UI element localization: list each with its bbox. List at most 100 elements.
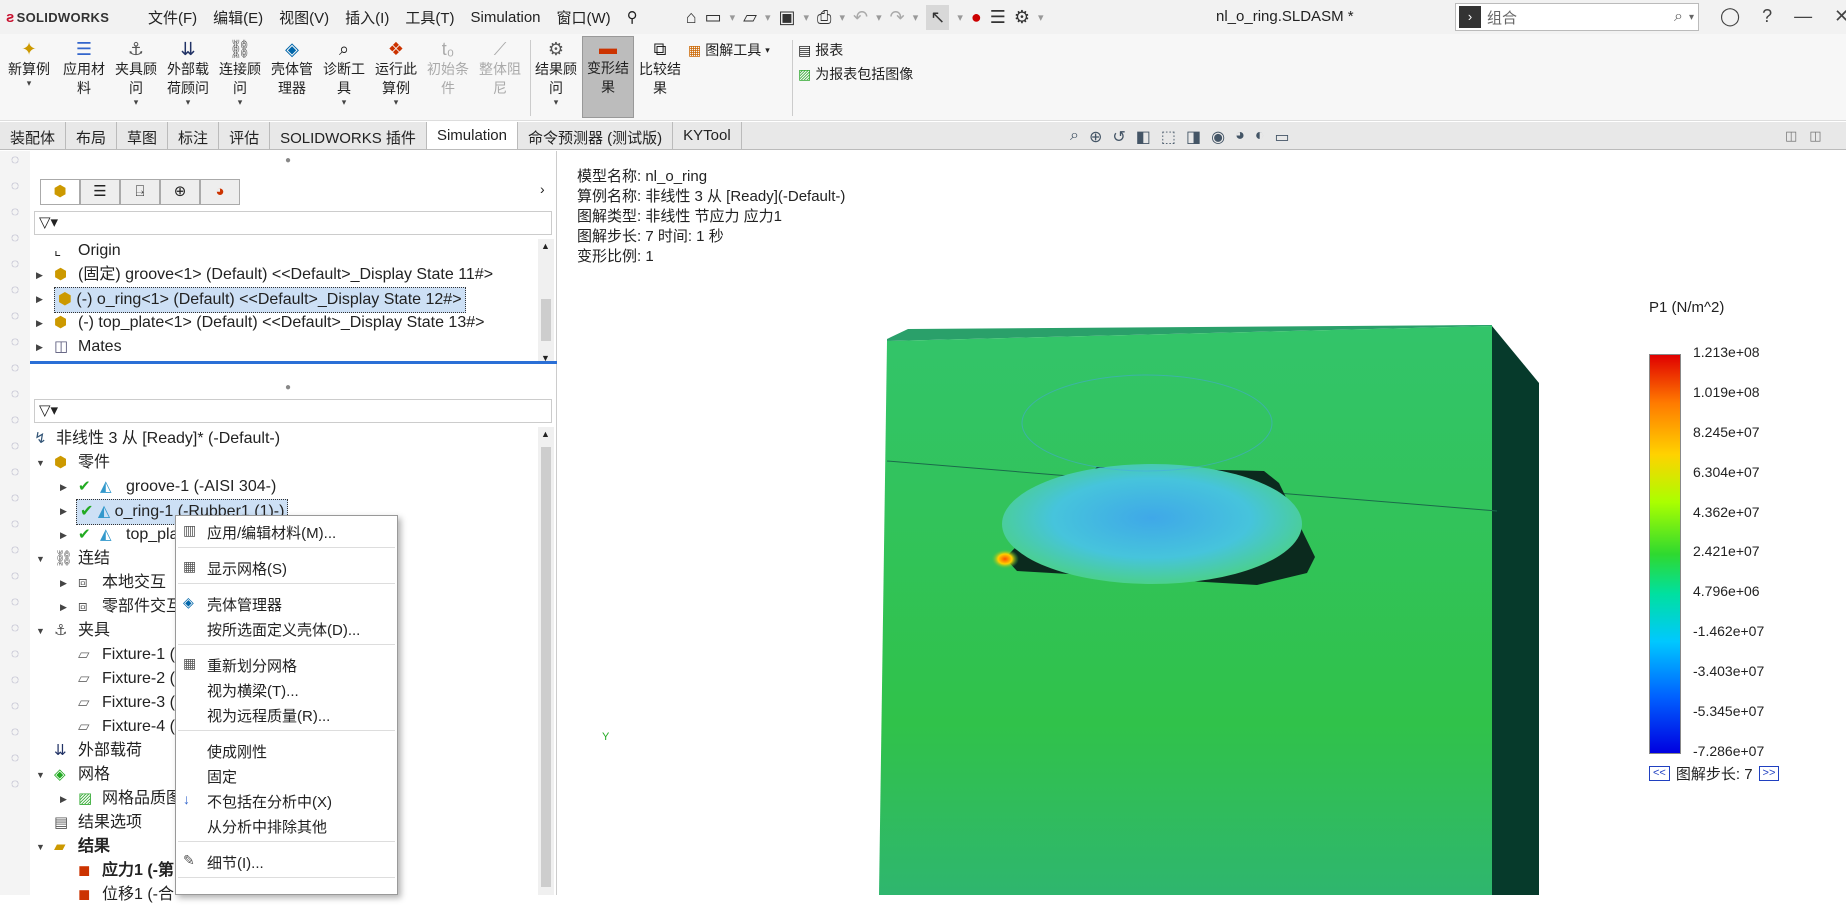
property-manager-tab-icon[interactable]: ☰ xyxy=(80,179,120,205)
panel-expand-chevron-icon[interactable]: › xyxy=(540,181,545,197)
strip-icon-13[interactable]: ◌ xyxy=(0,463,30,489)
minimize-icon[interactable]: — xyxy=(1794,6,1812,27)
strip-icon-14[interactable]: ◌ xyxy=(0,489,30,515)
strip-icon-10[interactable]: ◌ xyxy=(0,385,30,411)
connections-advisor-button[interactable]: ⛓ 连接顾问 ▾ xyxy=(214,38,266,107)
tree-item-groove[interactable]: ▶ ⬢ (固定) groove<1> (Default) <<Default>_Di… xyxy=(30,263,540,287)
panel-right-icon[interactable]: ◫ xyxy=(1809,128,1821,144)
previous-step-button[interactable]: << xyxy=(1649,766,1670,781)
menu-exclude-from-analysis[interactable]: ↓ 不包括在分析中(X) xyxy=(183,791,332,812)
shell-manager-button[interactable]: ◈ 壳体管 理器 xyxy=(266,38,318,98)
feature-filter-input[interactable]: ▽▾ xyxy=(34,211,552,235)
tab-layout[interactable]: 布局 xyxy=(66,122,118,149)
menu-simulation[interactable]: Simulation xyxy=(462,9,548,26)
strip-icon-24[interactable]: ◌ xyxy=(0,749,30,775)
menu-shell-manager[interactable]: ◈ 壳体管理器 xyxy=(183,594,282,615)
results-advisor-button[interactable]: ⚙ 结果顾问 ▾ xyxy=(530,38,582,107)
apply-material-button[interactable]: ☰ 应用材料 xyxy=(58,38,110,98)
user-icon[interactable]: ◯ xyxy=(1720,6,1740,27)
menu-view[interactable]: 视图(V) xyxy=(271,7,337,28)
tab-sketch[interactable]: 草图 xyxy=(117,122,169,149)
strip-icon-17[interactable]: ◌ xyxy=(0,567,30,593)
tab-addins[interactable]: SOLIDWORKS 插件 xyxy=(270,122,427,149)
configuration-manager-tab-icon[interactable]: ⍈ xyxy=(120,179,160,205)
strip-icon-15[interactable]: ◌ xyxy=(0,515,30,541)
strip-icon-3[interactable]: ◌ xyxy=(0,203,30,229)
tab-simulation[interactable]: Simulation xyxy=(426,122,518,149)
chevron-down-icon[interactable]: ▾ xyxy=(1689,12,1694,23)
tree-node-parts[interactable]: ▼ ⬢ 零件 xyxy=(30,451,540,475)
traffic-light-icon[interactable]: ● xyxy=(971,7,982,28)
redo-icon[interactable]: ↷ xyxy=(890,7,905,28)
report-button[interactable]: ▤ 报表 xyxy=(798,40,843,60)
menu-fix[interactable]: 固定 xyxy=(207,766,237,787)
splitter-handle-bottom[interactable]: ● xyxy=(285,382,291,393)
view-orientation-icon[interactable]: ⬚ xyxy=(1161,127,1176,147)
tab-assembly[interactable]: 装配体 xyxy=(0,122,67,149)
tree-item-groove-part[interactable]: ▶ ✔ ◭ groove-1 (-AISI 304-) xyxy=(30,475,540,499)
strip-icon-12[interactable]: ◌ xyxy=(0,437,30,463)
menu-treat-as-beam[interactable]: 视为横梁(T)... xyxy=(207,680,299,701)
compare-results-button[interactable]: ⧉ 比较结果 xyxy=(634,38,686,98)
save-icon[interactable]: ▣ xyxy=(778,7,795,28)
menu-tools[interactable]: 工具(T) xyxy=(397,7,462,28)
run-study-button[interactable]: ❖ 运行此 算例 ▾ xyxy=(370,38,422,107)
monitor-icon[interactable]: ▭ xyxy=(1274,127,1289,147)
strip-icon-8[interactable]: ◌ xyxy=(0,333,30,359)
app-logo[interactable]: ƨ SOLIDWORKS xyxy=(0,9,140,26)
global-damping-button[interactable]: ⟋ 整体阻尼 xyxy=(474,38,526,98)
strip-icon-22[interactable]: ◌ xyxy=(0,697,30,723)
tree-item-mates[interactable]: ▶ ◫ Mates xyxy=(30,335,540,359)
plot-tools-button[interactable]: ▦ 图解工具 ▾ xyxy=(688,40,770,60)
previous-view-icon[interactable]: ↺ xyxy=(1112,127,1125,147)
menu-edit[interactable]: 编辑(E) xyxy=(205,7,271,28)
strip-icon-5[interactable]: ◌ xyxy=(0,255,30,281)
open-icon[interactable]: ▱ xyxy=(743,7,757,28)
command-search-input[interactable]: › 组合 ⌕ ▾ xyxy=(1455,3,1699,31)
strip-icon-21[interactable]: ◌ xyxy=(0,671,30,697)
strip-icon-11[interactable]: ◌ xyxy=(0,411,30,437)
strip-icon-25[interactable]: ◌ xyxy=(0,775,30,801)
pin-icon[interactable]: ⚲ xyxy=(619,8,646,26)
strip-icon-16[interactable]: ◌ xyxy=(0,541,30,567)
menu-define-shell[interactable]: 按所选面定义壳体(D)... xyxy=(207,619,360,640)
menu-apply-material[interactable]: ▥ 应用/编辑材料(M)... xyxy=(183,522,336,543)
file-properties-icon[interactable]: ☰ xyxy=(990,7,1006,28)
strip-icon-18[interactable]: ◌ xyxy=(0,593,30,619)
splitter-handle-top[interactable]: ● xyxy=(285,155,291,166)
initial-conditions-button[interactable]: t₀ 初始条件 xyxy=(422,38,474,98)
display-style-icon[interactable]: ◨ xyxy=(1186,127,1201,147)
appearance-icon[interactable]: ◕ xyxy=(1235,127,1245,147)
section-view-icon[interactable]: ◧ xyxy=(1136,127,1151,147)
menu-remesh[interactable]: ▦ 重新划分网格 xyxy=(183,655,297,676)
simulation-filter-input[interactable]: ▽▾ xyxy=(34,399,552,423)
strip-icon-1[interactable]: ◌ xyxy=(0,151,30,177)
tab-kytool[interactable]: KYTool xyxy=(673,122,742,149)
hide-show-icon[interactable]: ◉ xyxy=(1211,127,1225,147)
strip-icon-19[interactable]: ◌ xyxy=(0,619,30,645)
tab-markup[interactable]: 标注 xyxy=(168,122,220,149)
menu-treat-as-remote-mass[interactable]: 视为远程质量(R)... xyxy=(207,705,330,726)
include-image-button[interactable]: ▨ 为报表包括图像 xyxy=(798,64,913,84)
strip-icon-23[interactable]: ◌ xyxy=(0,723,30,749)
close-icon[interactable]: ✕ xyxy=(1834,6,1846,27)
study-root[interactable]: ↯ 非线性 3 从 [Ready]* (-Default-) xyxy=(30,427,540,451)
panel-left-icon[interactable]: ◫ xyxy=(1785,128,1797,144)
tree-item-top-plate[interactable]: ▶ ⬢ (-) top_plate<1> (Default) <<Default>_… xyxy=(30,311,540,335)
strip-icon-9[interactable]: ◌ xyxy=(0,359,30,385)
menu-insert[interactable]: 插入(I) xyxy=(337,7,397,28)
strip-icon-20[interactable]: ◌ xyxy=(0,645,30,671)
scene-icon[interactable]: ◐ xyxy=(1255,127,1265,147)
external-loads-advisor-button[interactable]: ⇊ 外部载 荷顾问 ▾ xyxy=(162,38,214,107)
strip-icon-6[interactable]: ◌ xyxy=(0,281,30,307)
tab-command-predictor[interactable]: 命令预测器 (测试版) xyxy=(518,122,674,149)
diagnostic-tools-button[interactable]: ⌕ 诊断工具 ▾ xyxy=(318,38,370,107)
options-gear-icon[interactable]: ⚙ xyxy=(1014,7,1030,28)
undo-icon[interactable]: ↶ xyxy=(853,7,868,28)
home-icon[interactable]: ⌂ xyxy=(686,7,697,28)
print-icon[interactable]: ⎙ xyxy=(817,7,831,28)
new-study-button[interactable]: ✦ 新算例 ▾ xyxy=(3,38,55,88)
menu-details[interactable]: ✎ 细节(I)... xyxy=(183,852,264,873)
menu-show-mesh[interactable]: ▦ 显示网格(S) xyxy=(183,558,287,579)
strip-icon-7[interactable]: ◌ xyxy=(0,307,30,333)
